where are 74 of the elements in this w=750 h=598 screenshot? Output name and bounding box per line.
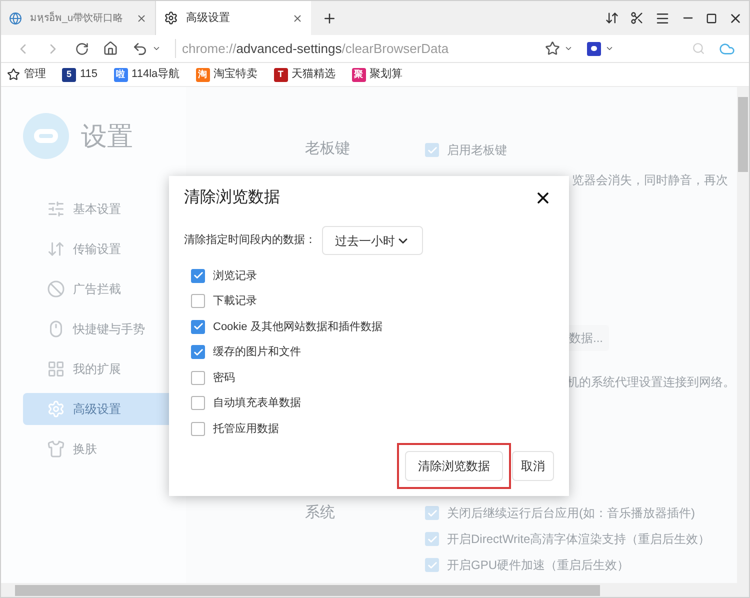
logo-icon xyxy=(23,113,69,159)
tab-title: 高级设置 xyxy=(186,10,231,26)
bookmark-link[interactable]: 聚 聚划算 xyxy=(352,66,403,83)
caret-icon[interactable] xyxy=(605,44,614,53)
favicon-icon: 聚 xyxy=(352,68,366,82)
hint-text: 览器会消失，同时静音，再次 xyxy=(572,172,728,189)
shirt-icon xyxy=(47,440,65,458)
option-label: 浏览记录 xyxy=(213,268,257,284)
dialog-title: 清除浏览数据 xyxy=(184,188,280,208)
checkbox[interactable] xyxy=(191,370,205,385)
check-icon xyxy=(426,534,438,544)
undo-icon[interactable] xyxy=(132,40,148,56)
option-label: 密码 xyxy=(213,370,235,386)
reload-icon[interactable] xyxy=(75,42,89,56)
option-label: 启用老板键 xyxy=(447,142,507,159)
arrows-icon xyxy=(47,240,65,258)
checkbox[interactable] xyxy=(191,422,205,436)
page-title: 设置 xyxy=(81,120,133,152)
checkbox[interactable] xyxy=(191,396,205,410)
tab-title: มหฺรอ็พ_u帶饮研口略 xyxy=(30,10,124,26)
checkbox[interactable] xyxy=(191,320,205,334)
range-label: 清除指定时间段内的数据： xyxy=(184,232,316,248)
section-heading: 系统 xyxy=(305,503,336,523)
bookmark-link[interactable]: 啦 114la导航 xyxy=(114,66,180,83)
horizontal-scrollbar[interactable] xyxy=(1,583,749,597)
star-icon[interactable] xyxy=(545,41,560,56)
mouse-icon xyxy=(47,320,65,338)
star-icon xyxy=(7,68,20,81)
new-tab-icon[interactable] xyxy=(322,10,336,26)
check-icon xyxy=(426,508,438,518)
address-field[interactable]: chrome://advanced-settings/clearBrowserData xyxy=(175,38,531,58)
check-icon xyxy=(192,321,204,332)
option-label: 开启GPU硬件加速（重启后生效） xyxy=(447,557,630,574)
option-label: 关闭后继续运行后台应用(如：音乐播放器插件) xyxy=(447,505,695,522)
option-label: 下載记录 xyxy=(213,294,257,309)
bookmark-link[interactable]: T 天猫精选 xyxy=(274,66,336,83)
scissors-icon[interactable] xyxy=(630,11,644,25)
gear-icon xyxy=(164,11,178,25)
maximize-icon[interactable] xyxy=(706,12,717,24)
clear-data-button[interactable]: 清除浏览数据 xyxy=(405,451,503,481)
globe-icon xyxy=(9,12,22,24)
checkbox[interactable] xyxy=(191,294,205,308)
menu-icon[interactable] xyxy=(655,10,670,26)
favicon-icon: 5 xyxy=(62,68,76,82)
check-icon xyxy=(192,346,204,358)
grid-icon xyxy=(47,360,65,378)
favicon-icon: 淘 xyxy=(196,68,210,82)
checkbox[interactable] xyxy=(191,268,205,283)
vertical-scrollbar[interactable] xyxy=(737,87,749,583)
transfer-icon[interactable] xyxy=(605,11,619,25)
sliders-icon xyxy=(47,200,65,218)
favicon-icon: T xyxy=(274,68,288,82)
option-label: 缓存的图片和文件 xyxy=(213,344,301,360)
caret-icon[interactable] xyxy=(152,44,161,53)
bookmark-link[interactable]: 5 115 xyxy=(62,66,98,83)
time-range-dropdown[interactable]: 过去一小时 xyxy=(322,226,423,255)
option-label: 自动填充表单数据 xyxy=(213,396,301,411)
option-label: Cookie 及其他网站数据和插件数据 xyxy=(213,320,382,334)
cancel-button[interactable]: 取消 xyxy=(512,451,554,481)
home-icon[interactable] xyxy=(103,41,118,56)
checkbox[interactable] xyxy=(191,345,205,360)
gear-icon xyxy=(47,400,65,418)
option-label: 开启DirectWrite高清字体渲染支持（重启后生效） xyxy=(447,531,710,548)
check-icon xyxy=(192,270,204,282)
check-icon xyxy=(426,560,438,570)
check-icon xyxy=(426,144,438,156)
browser-tab[interactable]: 高级设置 xyxy=(156,1,311,35)
option-label: 托管应用数据 xyxy=(213,422,279,436)
favicon-icon: 啦 xyxy=(114,68,128,82)
bookmark-link[interactable]: 淘 淘宝特卖 xyxy=(196,66,258,83)
caret-icon[interactable] xyxy=(564,44,573,53)
ad-block-icon xyxy=(47,280,65,298)
section-heading: 老板键 xyxy=(305,139,351,159)
bookmark-link[interactable]: 管理 xyxy=(7,66,46,83)
